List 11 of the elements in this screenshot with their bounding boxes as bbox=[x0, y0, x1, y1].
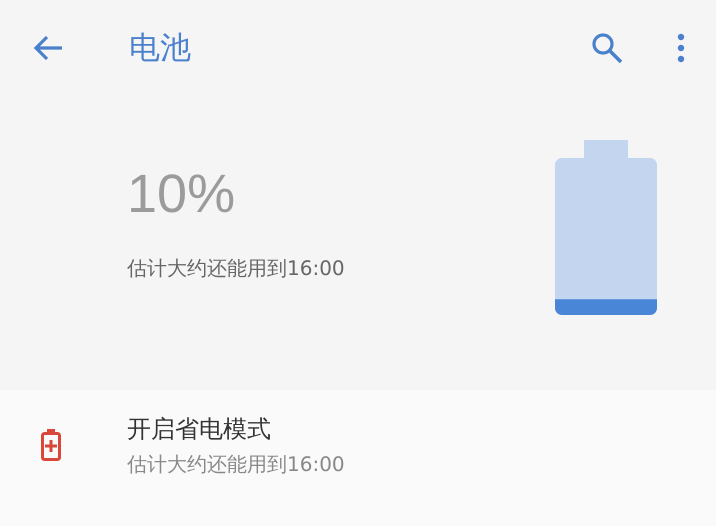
back-arrow-icon[interactable] bbox=[33, 34, 63, 60]
battery-saver-icon bbox=[40, 429, 60, 461]
item-summary: 估计大约还能用到16:00 bbox=[127, 450, 345, 478]
battery-estimate: 估计大约还能用到16:00 bbox=[127, 255, 346, 282]
battery-level-icon bbox=[555, 140, 657, 315]
search-icon[interactable] bbox=[591, 32, 623, 64]
screen-title: 电池 bbox=[129, 28, 191, 68]
item-title: 开启省电模式 bbox=[127, 414, 272, 444]
list-item[interactable]: 开启省电模式 估计大约还能用到16:00 bbox=[0, 390, 716, 500]
more-options-icon[interactable] bbox=[677, 32, 685, 62]
battery-percentage: 10% bbox=[127, 167, 236, 221]
